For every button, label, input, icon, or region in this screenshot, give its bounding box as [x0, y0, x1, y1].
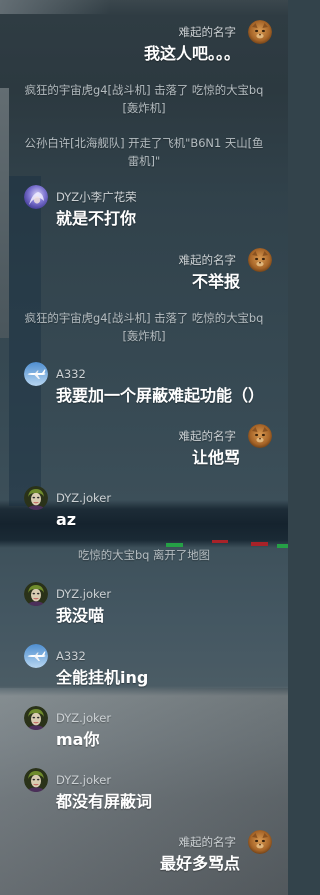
chat-message-self: 难起的名字 我这人吧。。。	[0, 20, 288, 64]
avatar-image	[24, 582, 48, 606]
joker-avatar[interactable]	[24, 706, 48, 730]
system-notice: 吃惊的大宝bq 离开了地图	[78, 548, 210, 562]
message-text: 都没有屏蔽词	[56, 792, 153, 811]
chat-message: A332 我要加一个屏蔽难起功能（）	[0, 362, 288, 406]
airplane-avatar[interactable]	[24, 362, 48, 386]
avatar-image	[248, 248, 272, 272]
chat-log[interactable]: 难起的名字 我这人吧。。。 疯狂的宇宙虎g4[战斗机] 击落了 吃惊的大宝bq[…	[0, 0, 288, 895]
brown-photo-avatar[interactable]	[248, 830, 272, 854]
system-notice: 疯狂的宇宙虎g4[战斗机] 击落了 吃惊的大宝bq[轰炸机]	[24, 83, 264, 115]
message-text: 让他骂	[191, 448, 240, 467]
chat-message: DYZ.joker ma你	[0, 706, 288, 750]
sender-name: A332	[56, 367, 86, 381]
chat-message: DYZ.joker 我没喵	[0, 582, 288, 626]
message-text: 我要加一个屏蔽难起功能（）	[56, 386, 265, 405]
brown-photo-avatar[interactable]	[248, 20, 272, 44]
avatar-image	[248, 830, 272, 854]
avatar-image	[24, 362, 48, 386]
brown-photo-avatar[interactable]	[248, 424, 272, 448]
sender-name: DYZ小李广花荣	[56, 190, 137, 204]
avatar-image	[248, 20, 272, 44]
avatar-image	[24, 486, 48, 510]
message-text: 不举报	[191, 272, 240, 291]
avatar-image	[24, 644, 48, 668]
joker-avatar[interactable]	[24, 768, 48, 792]
sender-name: 难起的名字	[178, 429, 237, 443]
avatar-image	[24, 706, 48, 730]
avatar-image	[24, 768, 48, 792]
chat-message-self: 难起的名字 让他骂	[0, 424, 288, 468]
sender-name: 难起的名字	[178, 253, 237, 267]
sender-name: DYZ.joker	[56, 711, 112, 725]
chat-message-self: 难起的名字 最好多骂点	[0, 830, 288, 874]
system-notice: 疯狂的宇宙虎g4[战斗机] 击落了 吃惊的大宝bq[轰炸机]	[24, 311, 264, 343]
chat-message: DYZ.joker az	[0, 486, 288, 530]
message-text: 最好多骂点	[159, 854, 240, 873]
chat-message-self: 难起的名字 不举报	[0, 248, 288, 292]
message-text: az	[56, 510, 77, 529]
message-text: 我没喵	[56, 606, 105, 625]
joker-avatar[interactable]	[24, 582, 48, 606]
sender-name: 难起的名字	[178, 835, 237, 849]
sender-name: 难起的名字	[178, 25, 237, 39]
brown-photo-avatar[interactable]	[248, 248, 272, 272]
sender-name: DYZ.joker	[56, 587, 112, 601]
system-notice: 公孙白许[北海舰队] 开走了飞机"B6N1 天山[鱼雷机]"	[24, 136, 264, 168]
sender-name: DYZ.joker	[56, 773, 112, 787]
chat-message: A332 全能挂机ing	[0, 644, 288, 688]
joker-avatar[interactable]	[24, 486, 48, 510]
avatar-image	[24, 185, 48, 209]
message-text: ma你	[56, 730, 100, 749]
purple-anime-avatar[interactable]	[24, 185, 48, 209]
avatar-image	[248, 424, 272, 448]
message-text: 全能挂机ing	[56, 668, 149, 687]
chat-message: DYZ.joker 都没有屏蔽词	[0, 768, 288, 812]
airplane-avatar[interactable]	[24, 644, 48, 668]
sender-name: DYZ.joker	[56, 491, 112, 505]
message-text: 我这人吧。。。	[143, 44, 240, 63]
chat-message: DYZ小李广花荣 就是不打你	[0, 185, 288, 229]
sender-name: A332	[56, 649, 86, 663]
message-text: 就是不打你	[56, 209, 137, 228]
